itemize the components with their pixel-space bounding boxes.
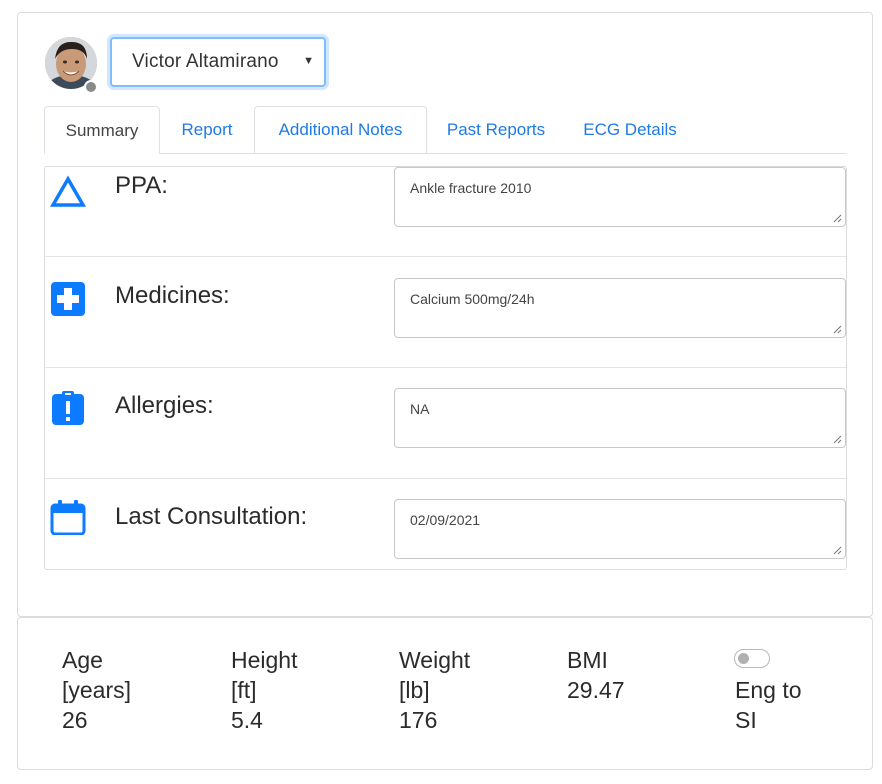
summary-row-allergies: Allergies: NA xyxy=(45,367,846,478)
resize-grip-icon[interactable] xyxy=(832,324,842,334)
allergies-textarea[interactable]: NA xyxy=(394,388,846,448)
tab-summary[interactable]: Summary xyxy=(44,106,160,154)
stat-age-unit: [years] xyxy=(62,677,132,703)
stat-age: Age [years] 26 xyxy=(62,645,131,735)
last-consultation-value: 02/09/2021 xyxy=(410,512,481,528)
stat-bmi-label: BMI xyxy=(567,647,608,673)
ppa-value: Ankle fracture 2010 xyxy=(410,180,532,196)
triangle-outline-icon xyxy=(50,175,86,207)
toggle-knob xyxy=(738,653,749,664)
allergies-value: NA xyxy=(410,401,430,417)
tab-additional-notes[interactable]: Additional Notes xyxy=(254,106,427,153)
allergies-label: Allergies: xyxy=(115,392,214,419)
last-consultation-textarea[interactable]: 02/09/2021 xyxy=(394,499,846,559)
calendar-icon xyxy=(50,500,86,535)
stat-age-value: 26 xyxy=(62,707,88,733)
resize-grip-icon[interactable] xyxy=(832,545,842,555)
stat-weight-value: 176 xyxy=(399,707,438,733)
stat-weight-unit: [lb] xyxy=(399,677,430,703)
stat-height-label: Height xyxy=(231,647,298,673)
status-indicator xyxy=(84,80,98,94)
patient-select-value: Victor Altamirano xyxy=(132,51,279,72)
resize-grip-icon[interactable] xyxy=(832,434,842,444)
stat-height: Height [ft] 5.4 xyxy=(231,645,297,735)
units-toggle-label-line1: Eng to xyxy=(735,677,802,703)
stat-weight: Weight [lb] 176 xyxy=(399,645,470,735)
tab-ecg-details-label: ECG Details xyxy=(583,119,677,139)
tab-bar: Summary Report Additional Notes Past Rep… xyxy=(44,106,847,154)
tab-additional-notes-label: Additional Notes xyxy=(278,120,403,139)
medicines-textarea[interactable]: Calcium 500mg/24h xyxy=(394,278,846,338)
last-consultation-label: Last Consultation: xyxy=(115,503,308,530)
summary-row-last-consultation: Last Consultation: 02/09/2021 xyxy=(45,478,846,569)
tab-past-reports[interactable]: Past Reports xyxy=(429,106,563,153)
stat-bmi-value: 29.47 xyxy=(567,677,625,703)
units-toggle-label: Eng to SI xyxy=(735,675,802,735)
tab-past-reports-label: Past Reports xyxy=(446,119,546,139)
resize-grip-icon[interactable] xyxy=(832,213,842,223)
summary-panel: PPA: Ankle fracture 2010 Medicines: Calc… xyxy=(44,166,847,570)
medicines-value: Calcium 500mg/24h xyxy=(410,291,535,307)
units-toggle[interactable] xyxy=(734,649,770,668)
stat-height-value: 5.4 xyxy=(231,707,263,733)
summary-row-medicines: Medicines: Calcium 500mg/24h xyxy=(45,256,846,367)
tab-summary-label: Summary xyxy=(65,120,139,140)
tab-report-label: Report xyxy=(181,119,233,139)
ppa-textarea[interactable]: Ankle fracture 2010 xyxy=(394,167,846,227)
medicines-label: Medicines: xyxy=(115,282,230,309)
stat-age-label: Age xyxy=(62,647,103,673)
patient-select[interactable]: Victor Altamirano ▼ xyxy=(110,37,326,87)
tab-ecg-details[interactable]: ECG Details xyxy=(565,106,695,153)
stat-bmi: BMI 29.47 xyxy=(567,645,625,705)
ppa-label: PPA: xyxy=(115,172,168,199)
clipboard-alert-icon xyxy=(52,391,84,425)
units-toggle-label-line2: SI xyxy=(735,707,757,733)
chevron-down-icon: ▼ xyxy=(303,55,314,67)
tab-report[interactable]: Report xyxy=(162,106,252,153)
medical-plus-icon xyxy=(51,282,85,316)
stat-height-unit: [ft] xyxy=(231,677,257,703)
stat-weight-label: Weight xyxy=(399,647,471,673)
